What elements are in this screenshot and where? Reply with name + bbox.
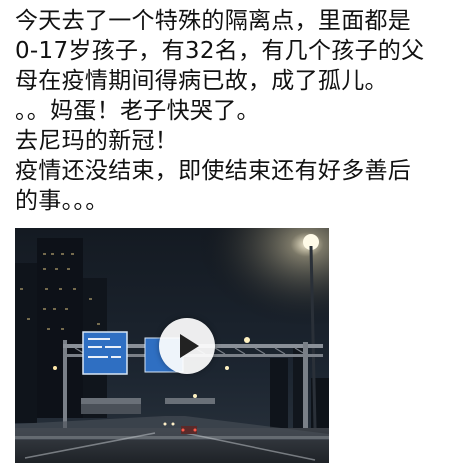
post-text-line: 。。妈蛋！老子快哭了。 bbox=[15, 98, 260, 124]
post-text-line: 去尼玛的新冠！ bbox=[15, 128, 179, 154]
post-text-line: 今天去了一个特殊的隔离点，里面都是 bbox=[15, 8, 412, 34]
post-text-line: 疫情还没结束，即使结束还有好多善后 bbox=[15, 158, 412, 184]
post-text-line: 0-17岁孩子，有32名，有几个孩子的父 bbox=[15, 38, 425, 64]
play-icon bbox=[180, 334, 199, 358]
post-text: 今天去了一个特殊的隔离点，里面都是 0-17岁孩子，有32名，有几个孩子的父 母… bbox=[15, 6, 440, 216]
video-player[interactable] bbox=[15, 228, 329, 463]
play-button[interactable] bbox=[159, 318, 215, 374]
post-text-line: 母在疫情期间得病已故，成了孤儿。 bbox=[15, 68, 388, 94]
post-text-line: 的事。。。 bbox=[15, 188, 109, 214]
